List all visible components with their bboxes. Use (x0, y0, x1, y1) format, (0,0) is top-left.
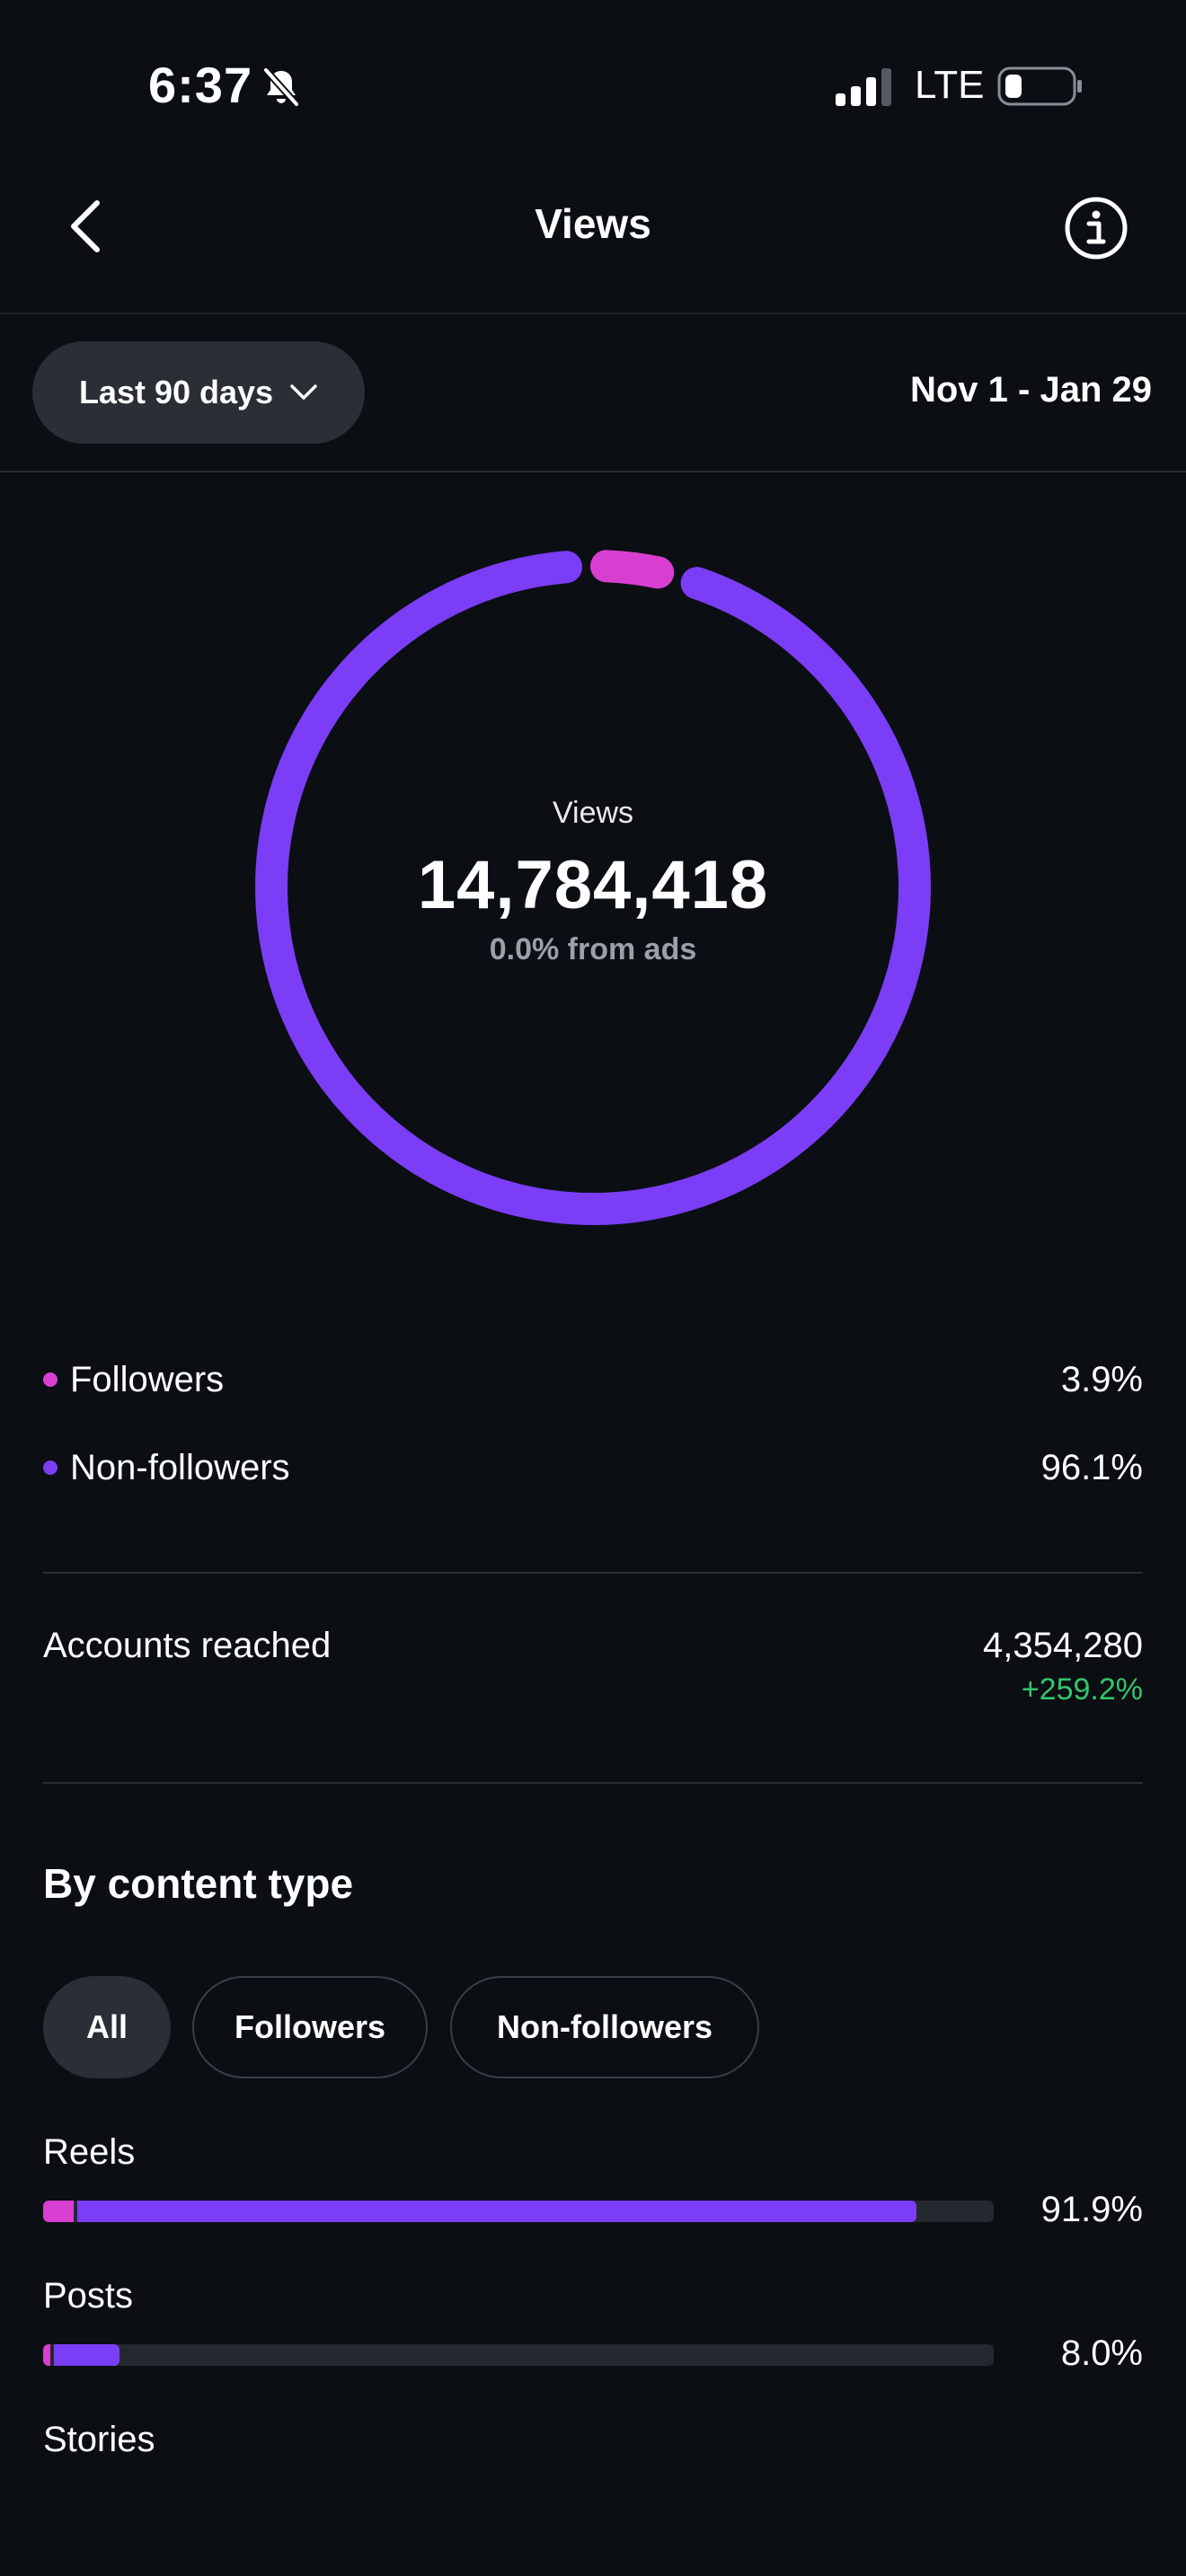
content-type-label-posts: Posts (43, 2276, 134, 2316)
info-icon[interactable] (1064, 196, 1128, 260)
bell-muted-icon (263, 67, 299, 107)
content-type-label-reels: Reels (43, 2132, 136, 2172)
battery-icon (997, 66, 1082, 106)
content-type-title: By content type (43, 1860, 354, 1907)
status-bar: 6:37 LTE (0, 0, 1186, 171)
filter-non-followers-pill[interactable]: Non-followers (450, 1976, 759, 2078)
legend-dot-followers (43, 1372, 58, 1387)
accounts-reached-value: 4,354,280 (983, 1626, 1143, 1665)
reels-bar-track (43, 2201, 994, 2222)
status-time: 6:37 (148, 57, 253, 113)
total-views-value: 14,784,418 (417, 847, 769, 923)
legend-label-followers: Followers (70, 1359, 225, 1399)
posts-bar-track (43, 2344, 994, 2366)
donut-center-label: Views (552, 796, 634, 830)
legend-percent-non-followers: 96.1% (1040, 1447, 1143, 1487)
posts-bar-non-followers (54, 2344, 119, 2366)
content-type-label-stories: Stories (43, 2420, 155, 2459)
legend-percent-followers: 3.9% (1060, 1359, 1143, 1399)
reels-bar-followers (43, 2201, 74, 2222)
network-type: LTE (915, 63, 985, 107)
reels-bar-non-followers (76, 2201, 917, 2222)
legend-dot-non-followers (43, 1460, 58, 1475)
content-type-percent-posts: 8.0% (1060, 2333, 1143, 2373)
filter-all-pill[interactable]: All (43, 1976, 171, 2078)
range-divider (0, 471, 1186, 472)
accounts-reached-change: +259.2% (1021, 1672, 1143, 1707)
date-range-selector[interactable]: Last 90 days (32, 341, 365, 444)
chevron-down-icon (290, 384, 317, 400)
posts-bar-followers (43, 2344, 51, 2366)
legend-label-non-followers: Non-followers (70, 1447, 290, 1487)
section-divider (43, 1782, 1143, 1784)
date-range-selector-label: Last 90 days (78, 374, 274, 410)
donut-segment-followers (589, 550, 675, 589)
filter-followers-pill[interactable]: Followers (192, 1976, 428, 2078)
page-title: Views (535, 200, 651, 247)
content-type-percent-reels: 91.9% (1040, 2190, 1143, 2229)
views-insights-screen: 6:37 LTE Views Last 90 days Nov 1 - Jan … (0, 0, 1186, 2576)
header-divider (0, 313, 1186, 314)
ads-percentage-note: 0.0% from ads (489, 932, 697, 966)
date-range-text: Nov 1 - Jan 29 (909, 370, 1152, 410)
accounts-reached-label: Accounts reached (43, 1626, 332, 1665)
cellular-signal-icon (836, 68, 891, 106)
legend-divider (43, 1572, 1143, 1574)
legend-row-followers: Followers 3.9% (43, 1353, 1143, 1407)
legend-row-non-followers: Non-followers 96.1% (43, 1441, 1143, 1495)
